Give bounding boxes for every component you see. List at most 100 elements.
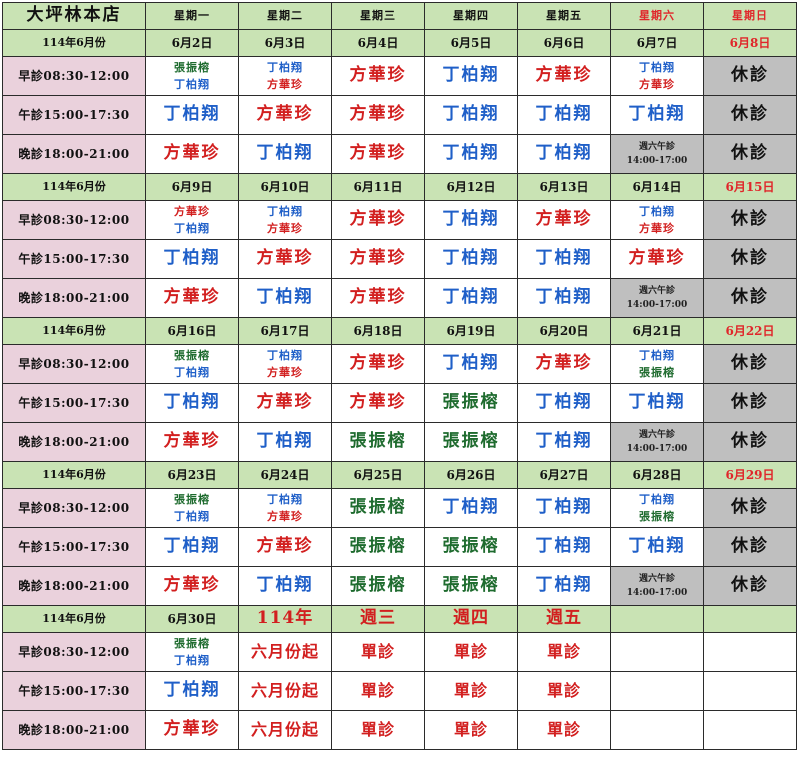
doctor-name: 丁柏翔 <box>267 493 303 506</box>
doctor-name: 丁柏翔 <box>442 248 500 269</box>
doctor-cell: 丁柏翔 張振榕 <box>610 344 704 384</box>
note-line: 14:00-17:00 <box>626 444 688 454</box>
doctor-name: 丁柏翔 <box>442 65 500 86</box>
doctor-cell: 方華珍 <box>238 239 332 279</box>
doctor-cell: 丁柏翔 方華珍 <box>610 56 704 96</box>
month-label: 114年6月份 <box>2 461 146 489</box>
schedule-row: 早診08:30-12:00 張振榕 丁柏翔 丁柏翔 方華珍 方華珍 丁柏翔 方華珍 丁柏翔 張振榕… <box>2 344 797 384</box>
closed-cell: 休診 <box>703 134 797 174</box>
doctor-name: 丁柏翔 <box>174 222 210 235</box>
date-cell: 6月18日 <box>331 317 425 345</box>
closed-label: 休診 <box>731 65 769 86</box>
slot-label: 晚診18:00-21:00 <box>2 278 146 318</box>
weekday-header-row: 大坪林本店 星期一 星期二 星期三 星期四 星期五 星期六 星期日 <box>2 2 797 30</box>
doctor-name: 丁柏翔 <box>442 353 500 374</box>
doctor-name: 丁柏翔 <box>535 536 593 557</box>
closed-cell: 休診 <box>703 239 797 279</box>
doctor-name: 丁柏翔 <box>174 510 210 523</box>
doctor-cell: 張振榕 <box>331 422 425 462</box>
doctor-cell: 張振榕 丁柏翔 <box>145 632 239 672</box>
doctor-name: 張振榕 <box>442 392 500 413</box>
note-line: 週六午診 <box>638 286 675 296</box>
doctor-name: 方華珍 <box>535 209 593 230</box>
closed-cell: 休診 <box>703 200 797 240</box>
date-cell: 6月15日 <box>703 173 797 201</box>
schedule-row: 晚診18:00-21:00 方華珍 六月份起 單診 單診 單診 <box>2 710 797 750</box>
doctor-name: 丁柏翔 <box>256 143 314 164</box>
saturday-afternoon-note: 週六午診 14:00-17:00 <box>610 278 704 318</box>
doctor-cell: 丁柏翔 <box>145 527 239 567</box>
date-header-row: 114年6月份 6月23日 6月24日 6月25日 6月26日 6月27日 6月28日 6月2… <box>2 461 797 489</box>
closed-label: 休診 <box>731 287 769 308</box>
doctor-name: 方華珍 <box>256 536 314 557</box>
closed-cell: 休診 <box>703 383 797 423</box>
date-cell: 6月14日 <box>610 173 704 201</box>
month-label: 114年6月份 <box>2 29 146 57</box>
note-line: 14:00-17:00 <box>626 300 688 310</box>
schedule-row: 早診08:30-12:00 方華珍 丁柏翔 丁柏翔 方華珍 方華珍 丁柏翔 方華珍 丁柏翔 方華珍… <box>2 200 797 240</box>
date-cell: 6月4日 <box>331 29 425 57</box>
doctor-name: 張振榕 <box>442 536 500 557</box>
doctor-name: 方華珍 <box>163 287 221 308</box>
doctor-name: 丁柏翔 <box>535 248 593 269</box>
doctor-name: 方華珍 <box>349 248 407 269</box>
doctor-name: 方華珍 <box>256 104 314 125</box>
schedule-row: 午診15:00-17:30 丁柏翔 方華珍 方華珍 張振榕 丁柏翔 丁柏翔 休診 <box>2 383 797 423</box>
slot-label: 午診15:00-17:30 <box>2 527 146 567</box>
empty-cell <box>610 671 704 711</box>
doctor-name: 張振榕 <box>349 536 407 557</box>
doctor-name: 方華珍 <box>639 78 675 91</box>
doctor-name: 方華珍 <box>349 143 407 164</box>
doctor-name: 丁柏翔 <box>535 104 593 125</box>
doctor-cell: 丁柏翔 <box>610 527 704 567</box>
closed-cell: 休診 <box>703 56 797 96</box>
doctor-name: 張振榕 <box>442 575 500 596</box>
doctor-cell: 丁柏翔 方華珍 <box>238 488 332 528</box>
doctor-cell: 方華珍 <box>145 422 239 462</box>
doctor-cell: 張振榕 <box>424 383 518 423</box>
doctor-name: 方華珍 <box>163 143 221 164</box>
empty-cell <box>610 632 704 672</box>
month-label: 114年6月份 <box>2 605 146 633</box>
doctor-name: 丁柏翔 <box>267 61 303 74</box>
doctor-name: 丁柏翔 <box>163 536 221 557</box>
closed-cell: 休診 <box>703 278 797 318</box>
notice-header: 週五 <box>517 605 611 633</box>
date-cell: 6月10日 <box>238 173 332 201</box>
closed-label: 休診 <box>731 104 769 125</box>
notice-header: 114年 <box>238 605 332 633</box>
doctor-cell: 方華珍 丁柏翔 <box>145 200 239 240</box>
slot-label: 早診08:30-12:00 <box>2 488 146 528</box>
doctor-name: 方華珍 <box>535 353 593 374</box>
doctor-cell: 張振榕 丁柏翔 <box>145 344 239 384</box>
doctor-cell: 丁柏翔 方華珍 <box>238 56 332 96</box>
date-header-row: 114年6月份 6月9日 6月10日 6月11日 6月12日 6月13日 6月14日 6月15… <box>2 173 797 201</box>
doctor-name: 張振榕 <box>174 349 210 362</box>
doctor-name: 丁柏翔 <box>163 248 221 269</box>
doctor-name: 丁柏翔 <box>628 392 686 413</box>
doctor-name: 張振榕 <box>174 61 210 74</box>
doctor-cell: 丁柏翔 <box>517 95 611 135</box>
doctor-name: 張振榕 <box>174 493 210 506</box>
doctor-name: 丁柏翔 <box>535 575 593 596</box>
doctor-name: 丁柏翔 <box>535 392 593 413</box>
saturday-afternoon-note: 週六午診 14:00-17:00 <box>610 566 704 606</box>
schedule-row: 晚診18:00-21:00 方華珍 丁柏翔 張振榕 張振榕 丁柏翔 週六午診 14:00-17… <box>2 566 797 606</box>
doctor-name: 方華珍 <box>349 209 407 230</box>
doctor-name: 方華珍 <box>256 248 314 269</box>
month-label: 114年6月份 <box>2 173 146 201</box>
note-line: 14:00-17:00 <box>626 588 688 598</box>
doctor-cell: 方華珍 <box>517 200 611 240</box>
doctor-name: 張振榕 <box>349 497 407 518</box>
doctor-name: 丁柏翔 <box>174 654 210 667</box>
doctor-cell: 方華珍 <box>331 383 425 423</box>
doctor-cell: 丁柏翔 方華珍 <box>238 200 332 240</box>
slot-label: 晚診18:00-21:00 <box>2 710 146 750</box>
notice-cell: 六月份起 <box>238 671 332 711</box>
doctor-cell: 方華珍 <box>331 134 425 174</box>
doctor-cell: 方華珍 <box>238 383 332 423</box>
doctor-name: 丁柏翔 <box>442 497 500 518</box>
doctor-cell: 丁柏翔 <box>424 134 518 174</box>
doctor-name: 張振榕 <box>442 431 500 452</box>
doctor-name: 丁柏翔 <box>442 143 500 164</box>
